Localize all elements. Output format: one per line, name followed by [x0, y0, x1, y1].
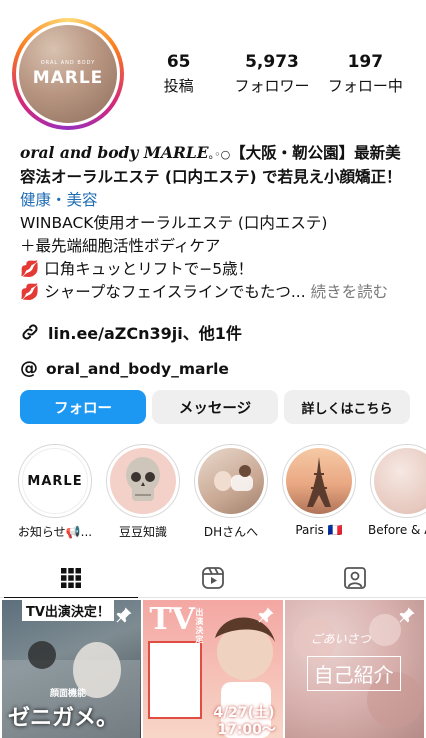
- pin-icon: [258, 607, 274, 623]
- posts-grid: TV出演決定！ 顔面機能 ゼニガメ。 TV 出演決定 4/27(土) 17:00…: [2, 600, 424, 738]
- tab-tagged[interactable]: [284, 558, 426, 597]
- post-overlay-title: TV: [149, 602, 195, 637]
- highlight-cover-text: MARLE: [27, 473, 83, 489]
- profile-link-text: lin.ee/aZCn39ji、他1件: [48, 324, 242, 343]
- skull-icon: [126, 457, 160, 501]
- highlight-cover: [110, 448, 176, 514]
- post-overlay-title: 自己紹介: [306, 656, 401, 691]
- stat-followers-label: フォロワー: [234, 77, 310, 95]
- highlight-label: DHさんへ: [203, 525, 259, 539]
- post-tile[interactable]: TV 出演決定 4/27(土) 17:00〜: [143, 600, 283, 738]
- highlight-label: 豆豆知識: [118, 525, 167, 539]
- threads-handle: oral_and_body_marle: [46, 359, 229, 378]
- link-icon: [22, 324, 38, 340]
- highlight-item-trivia[interactable]: 豆豆知識: [102, 444, 184, 540]
- profile-category: 健康・美容: [20, 191, 98, 209]
- post-overlay-subtext: 顔面機能: [50, 689, 87, 699]
- profile-tabs: [0, 558, 426, 598]
- profile-name: oral and body MARLE｡◦○【大阪・靭公園】最新美容法オーラルエ…: [20, 141, 414, 189]
- highlight-cover: MARLE: [22, 448, 88, 514]
- post-overlay-text: TV出演決定！: [22, 600, 114, 621]
- bio-line-2: ＋最先端細胞活性ボディケア: [20, 237, 221, 255]
- message-button[interactable]: メッセージ: [152, 390, 278, 424]
- stat-following[interactable]: 197 フォロー中: [319, 52, 412, 95]
- pin-icon: [116, 607, 132, 623]
- profile-avatar-ring[interactable]: ORAL AND BODY MARLE: [12, 18, 124, 130]
- bio-line-4: 💋 シャープなフェイスラインでもたつ... 続きを読む: [20, 281, 414, 304]
- stat-followers-value: 5,973: [245, 52, 299, 72]
- stat-following-value: 197: [347, 52, 384, 72]
- follow-button[interactable]: フォロー: [20, 390, 146, 424]
- avatar-subtext: ORAL AND BODY: [40, 60, 96, 66]
- highlight-label: お知らせ📢...: [17, 525, 93, 539]
- read-more-link[interactable]: 続きを読む: [311, 283, 389, 301]
- story-highlights: MARLE お知らせ📢... 豆豆知識 DHさんへ Paris 🇫🇷 Befor…: [0, 444, 426, 540]
- highlight-label: Before & A: [368, 523, 426, 537]
- bio-line-3-text: 口角キュッとリフトで−5歳！: [44, 260, 254, 278]
- reels-icon: [202, 566, 224, 589]
- post-tile[interactable]: ごあいさつ 自己紹介: [284, 600, 424, 738]
- post-overlay-subtext: ごあいさつ: [310, 632, 371, 646]
- stat-posts-value: 65: [166, 52, 191, 72]
- stat-followers[interactable]: 5,973 フォロワー: [225, 52, 318, 95]
- avatar[interactable]: ORAL AND BODY MARLE: [16, 22, 120, 126]
- highlight-cover: [286, 448, 352, 514]
- highlight-item-paris[interactable]: Paris 🇫🇷: [278, 444, 360, 537]
- profile-name-latin: oral and body MARLE: [20, 143, 209, 162]
- post-overlay-subtext: 出演決定: [195, 608, 204, 644]
- treatment-photo-icon: [214, 465, 253, 491]
- profile-link[interactable]: lin.ee/aZCn39ji、他1件: [20, 320, 242, 344]
- threads-badge[interactable]: @ oral_and_body_marle: [20, 358, 229, 379]
- highlight-item-news[interactable]: MARLE お知らせ📢...: [14, 444, 96, 540]
- threads-icon: @: [20, 358, 38, 379]
- lips-emoji-icon: 💋: [20, 260, 40, 278]
- tagged-icon: [344, 566, 366, 589]
- post-tile[interactable]: TV出演決定！ 顔面機能 ゼニガメ。: [2, 600, 142, 738]
- tab-reels[interactable]: [142, 558, 284, 597]
- bio-line-1: WINBACK使用オーラルエステ (口内エステ): [20, 214, 328, 232]
- profile-bio: oral and body MARLE｡◦○【大阪・靭公園】最新美容法オーラルエ…: [20, 141, 414, 304]
- highlight-label: Paris 🇫🇷: [295, 523, 343, 537]
- stat-following-label: フォロー中: [327, 77, 403, 95]
- highlight-cover: [198, 448, 264, 514]
- avatar-brand-text: MARLE: [32, 68, 104, 88]
- stat-posts-label: 投稿: [163, 77, 194, 95]
- pin-icon: [399, 607, 415, 623]
- highlight-cover: [374, 448, 426, 514]
- profile-name-deco: ｡◦○: [208, 148, 231, 161]
- post-time-text: 17:00〜: [217, 722, 276, 738]
- tab-posts[interactable]: [0, 558, 142, 598]
- lips-emoji-icon: 💋: [20, 283, 40, 301]
- profile-stats: 65 投稿 5,973 フォロワー 197 フォロー中: [132, 52, 412, 95]
- profile-actions: フォロー メッセージ 詳しくはこちら: [20, 390, 410, 424]
- highlight-item-before-after[interactable]: Before & A: [366, 444, 426, 537]
- stat-posts[interactable]: 65 投稿: [132, 52, 225, 95]
- bio-line-4-text: シャープなフェイスラインでもたつ...: [44, 283, 306, 301]
- highlight-item-dh[interactable]: DHさんへ: [190, 444, 272, 540]
- grid-icon: [61, 567, 81, 588]
- details-button[interactable]: 詳しくはこちら: [284, 390, 410, 424]
- eiffel-tower-icon: [307, 457, 331, 507]
- bio-line-3: 💋 口角キュッとリフトで−5歳！: [20, 258, 414, 281]
- post-overlay-title: ゼニガメ。: [8, 706, 119, 731]
